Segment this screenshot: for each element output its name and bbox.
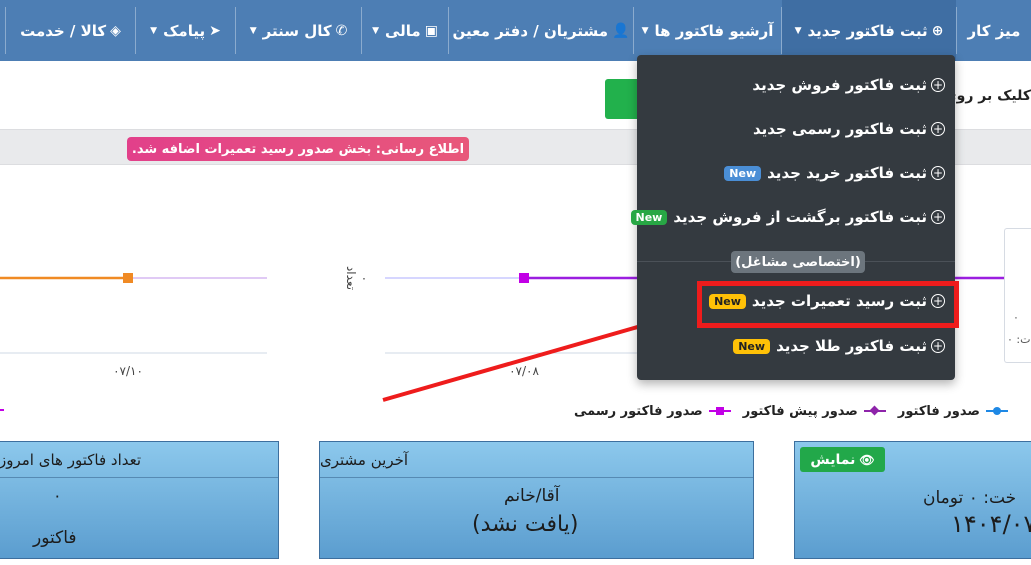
dd-item-new-gold-invoice[interactable]: + ثبت فاکتور طلا جدید New — [733, 334, 945, 358]
nav-divider — [633, 7, 634, 54]
nav-sms[interactable]: ➤ پیامک ▼ — [136, 0, 235, 61]
dd-item-label: ثبت فاکتور فروش جدید — [752, 76, 927, 94]
top-navbar: میز کار ⊕ ثبت فاکتور جدید ▼ آرشیو فاکتور… — [0, 0, 1031, 61]
last-customer-card: آخرین مشتری آقا/خانم (یافت نشد) — [319, 441, 754, 559]
show-button-label: نمایش — [810, 451, 856, 468]
chart-legend: صدور فاکتور صدور پیش فاکتور صدور فاکتور … — [574, 401, 1008, 421]
nav-divider — [235, 7, 236, 54]
dd-item-new-sales-return[interactable]: + ثبت فاکتور برگشت از فروش جدید New — [630, 205, 945, 229]
card-title: تعداد فاکتور های امروز — [0, 442, 278, 478]
nav-finance-label: مالی — [384, 21, 421, 40]
dd-item-new-purchase-invoice[interactable]: + ثبت فاکتور خرید جدید New — [724, 161, 945, 185]
nav-customers[interactable]: 👤 مشتریان / دفتر معین — [449, 0, 633, 61]
dd-item-label: ثبت فاکتور طلا جدید — [776, 337, 927, 355]
nav-invoice-archive[interactable]: آرشیو فاکتور ها ▼ — [634, 0, 781, 61]
chevron-down-icon: ▼ — [794, 25, 802, 36]
plus-circle-icon: + — [931, 210, 945, 224]
chevron-down-icon: ▼ — [372, 25, 379, 36]
plus-circle-icon: + — [931, 78, 945, 92]
nav-finance[interactable]: ▣ مالی ▼ — [362, 0, 448, 61]
nav-invoice-archive-label: آرشیو فاکتور ها — [654, 21, 774, 40]
users-icon: 👤 — [612, 22, 630, 39]
card-title: آخرین مشتری — [320, 442, 753, 478]
legend-item-official[interactable]: صدور فاکتور رسمی — [574, 404, 731, 419]
chart-right-y-axis-title: تعداد — [344, 266, 358, 290]
plus-circle-icon: ⊕ — [931, 22, 944, 39]
plus-circle-icon: + — [931, 166, 945, 180]
chevron-down-icon: ▼ — [641, 25, 649, 36]
last-customer-status: (یافت نشد) — [472, 512, 579, 537]
hint-text: کلیک بر روی — [943, 88, 1031, 104]
plus-circle-icon: + — [931, 339, 945, 353]
eye-icon: 👁 — [859, 452, 875, 467]
last-invoice-amount: خت: ۰ تومان — [923, 488, 1017, 508]
nav-new-invoice-label: ثبت فاکتور جدید — [807, 21, 928, 40]
phone-icon: ✆ — [335, 22, 348, 39]
today-invoice-unit: فاکتور — [33, 528, 77, 548]
dd-item-new-official-invoice[interactable]: + ثبت فاکتور رسمی جدید — [753, 117, 945, 141]
legend-label: صدور پیش فاکتور — [742, 403, 858, 419]
legend-label: صدور فاکتور — [897, 403, 980, 419]
today-invoices-card: تعداد فاکتور های امروز ۰ فاکتور — [0, 441, 279, 559]
legend-marker — [985, 405, 1008, 417]
side-info-line: ۰ :ت — [1007, 333, 1031, 346]
nav-dashboard-label: میز کار — [967, 21, 1021, 40]
nav-sms-label: پیامک — [163, 21, 206, 40]
new-badge: New — [733, 338, 771, 354]
side-info-box: ۰ ۰ :ت — [1004, 228, 1031, 363]
last-invoice-date: ۱۴۰۴/۰۷ — [951, 510, 1031, 538]
chevron-down-icon: ▼ — [150, 25, 158, 36]
nav-divider — [781, 7, 782, 54]
chevron-down-icon: ▼ — [249, 25, 257, 36]
legend-item-proforma[interactable]: صدور پیش فاکتور — [743, 404, 886, 419]
money-icon: ▣ — [424, 22, 438, 39]
chart-left-x-tick: ۰۷/۱۰ — [113, 364, 143, 378]
notice-badge: اطلاع رسانی: بخش صدور رسید تعمیرات اضافه… — [127, 137, 469, 161]
plus-circle-icon: + — [931, 122, 945, 136]
nav-new-invoice[interactable]: ⊕ ثبت فاکتور جدید ▼ — [782, 0, 956, 61]
dd-item-label: ثبت فاکتور رسمی جدید — [752, 120, 927, 138]
chart-right-y-tick: ۰ — [361, 271, 367, 285]
nav-dashboard[interactable]: میز کار — [957, 0, 1031, 61]
nav-divider — [5, 7, 6, 54]
nav-divider — [956, 7, 957, 54]
dd-item-label: ثبت فاکتور خرید جدید — [767, 164, 927, 182]
new-badge: New — [724, 165, 762, 181]
chart-right-x-tick: ۰۷/۰۸ — [509, 364, 539, 378]
today-invoice-count: ۰ — [53, 486, 62, 505]
legend-label: صدور فاکتور رسمی — [574, 403, 703, 419]
nav-products[interactable]: ◈ کالا / خدمت — [6, 0, 135, 61]
new-badge: New — [630, 209, 668, 225]
last-customer-name: آقا/خانم — [504, 486, 560, 506]
dropdown-section-label: (اختصاصی مشاغل) — [731, 251, 865, 273]
new-invoice-dropdown: + ثبت فاکتور فروش جدید + ثبت فاکتور رسمی… — [630, 55, 955, 380]
show-button[interactable]: 👁 نمایش — [800, 447, 885, 472]
nav-divider — [135, 7, 136, 54]
legend-marker — [708, 405, 731, 417]
legend-item-invoice[interactable]: صدور فاکتور — [898, 404, 1008, 419]
send-icon: ➤ — [209, 22, 221, 39]
nav-customers-label: مشتریان / دفتر معین — [452, 21, 609, 40]
nav-divider — [448, 7, 449, 54]
nav-call-center-label: کال سنتر — [262, 21, 332, 40]
box-icon: ◈ — [110, 22, 121, 39]
highlight-box — [697, 281, 959, 328]
chart-left: ۰۷/۱۰ — [0, 273, 267, 378]
dd-item-label: ثبت فاکتور برگشت از فروش جدید — [673, 208, 927, 226]
side-info-line: ۰ — [1013, 311, 1019, 324]
legend-marker — [863, 405, 886, 417]
nav-divider — [361, 7, 362, 54]
dd-item-new-sales-invoice[interactable]: + ثبت فاکتور فروش جدید — [752, 73, 945, 97]
nav-products-label: کالا / خدمت — [20, 21, 107, 40]
chart-left-point — [123, 273, 133, 283]
nav-call-center[interactable]: ✆ کال سنتر ▼ — [236, 0, 361, 61]
chart-right-point — [519, 273, 529, 283]
